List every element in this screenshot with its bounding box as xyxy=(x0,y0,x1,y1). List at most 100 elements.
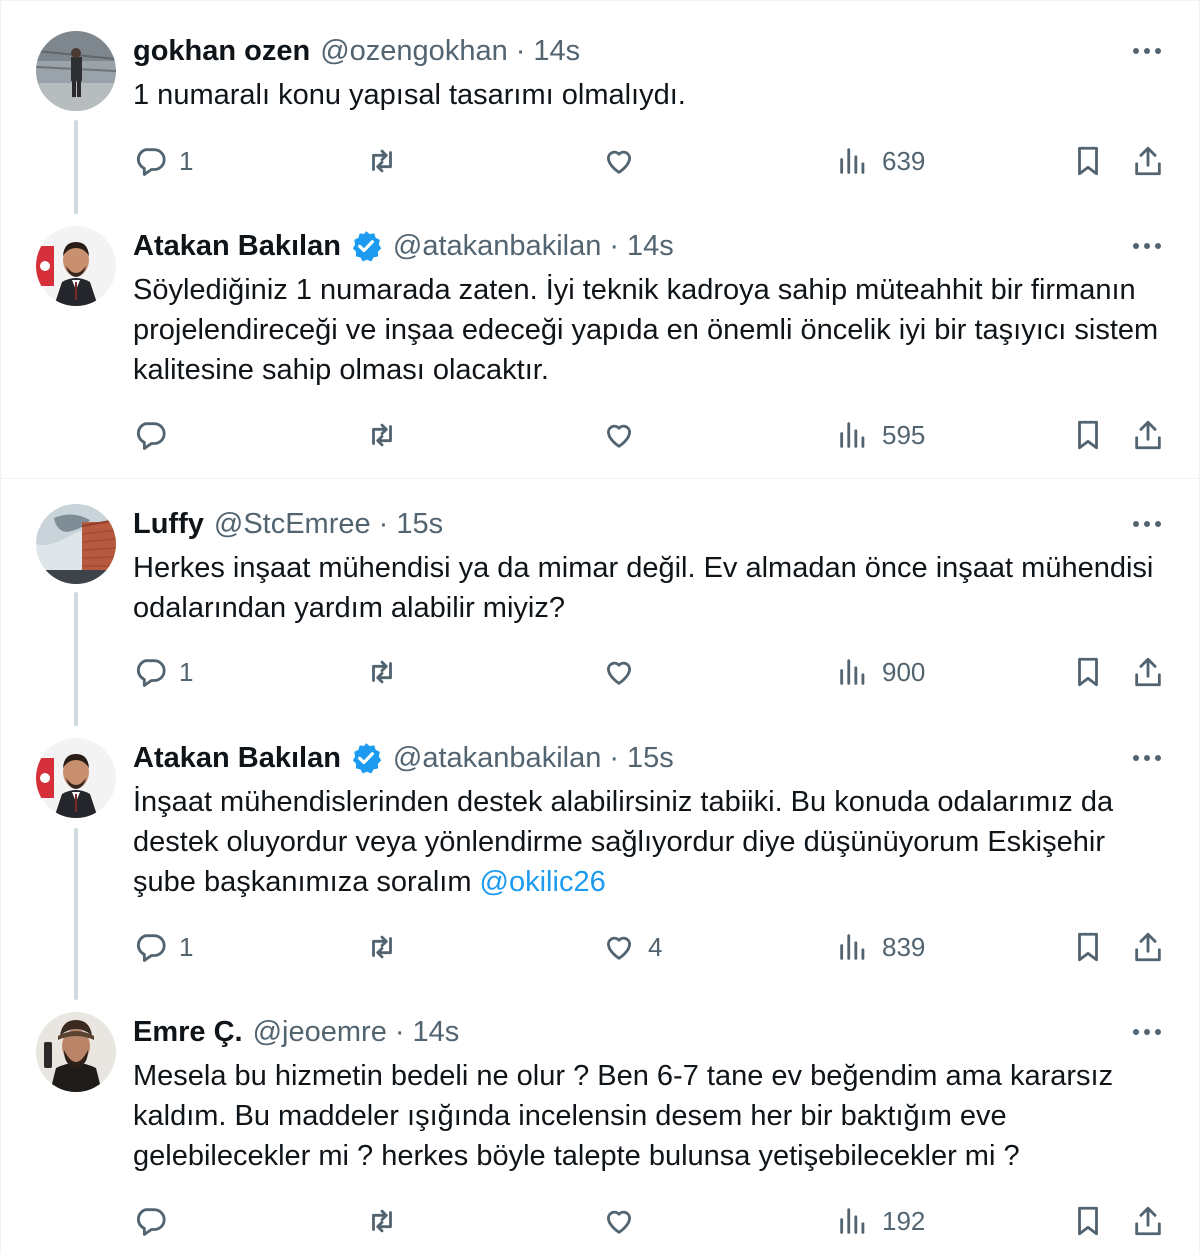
like-button[interactable] xyxy=(602,652,648,692)
verified-badge-icon[interactable] xyxy=(349,229,383,263)
tweet[interactable]: Luffy @StcEmree · 15s Herkes inşaat mühe… xyxy=(0,479,1200,725)
tweet[interactable]: Atakan Bakılan @atakanbakilan · 15s İnşa… xyxy=(0,725,1200,1000)
bookmark-button[interactable] xyxy=(1071,927,1105,967)
share-button[interactable] xyxy=(1131,652,1165,692)
bookmark-button[interactable] xyxy=(1071,141,1105,181)
author-name[interactable]: gokhan ozen xyxy=(133,35,310,68)
reply-button[interactable]: 1 xyxy=(133,141,193,181)
views-button[interactable]: 639 xyxy=(836,141,925,181)
views-icon xyxy=(840,934,865,960)
action-bar: 1 900 xyxy=(133,652,1173,692)
tweet-header: Luffy @StcEmree · 15s xyxy=(133,504,1164,544)
more-icon[interactable] xyxy=(1130,1015,1164,1049)
avatar[interactable] xyxy=(36,226,116,306)
retweet-icon xyxy=(372,935,392,959)
share-button[interactable] xyxy=(1131,141,1165,181)
timestamp[interactable]: 14s xyxy=(413,1016,460,1049)
bookmark-button[interactable] xyxy=(1071,652,1105,692)
views-button[interactable]: 839 xyxy=(836,927,925,967)
retweet-button[interactable] xyxy=(365,927,411,967)
retweet-button[interactable] xyxy=(365,141,411,181)
tweet[interactable]: Emre Ç. @jeoemre · 14s Mesela bu hizmeti… xyxy=(0,1000,1200,1254)
author-handle[interactable]: @StcEmree xyxy=(214,508,371,541)
retweet-button[interactable] xyxy=(365,1201,411,1241)
tweet-text: 1 numaralı konu yapısal tasarımı olmalıy… xyxy=(133,75,1164,115)
tweet[interactable]: Atakan Bakılan @atakanbakilan · 14s Söyl… xyxy=(0,214,1200,478)
tweet-text-content: 1 numaralı konu yapısal tasarımı olmalıy… xyxy=(133,79,686,111)
like-button[interactable] xyxy=(602,415,648,455)
timestamp[interactable]: 14s xyxy=(533,35,580,68)
author-handle[interactable]: @atakanbakilan xyxy=(393,742,601,775)
views-button[interactable]: 900 xyxy=(836,652,925,692)
reply-button[interactable] xyxy=(133,1201,179,1241)
views-count: 839 xyxy=(882,931,926,962)
separator-dot: · xyxy=(394,1015,405,1048)
views-count: 900 xyxy=(882,656,926,687)
tweet[interactable]: gokhan ozen @ozengokhan · 14s 1 numaralı… xyxy=(0,0,1200,214)
like-icon xyxy=(606,661,632,685)
like-count: 4 xyxy=(648,931,663,962)
author-name[interactable]: Emre Ç. xyxy=(133,1016,243,1049)
like-button[interactable]: 4 xyxy=(602,927,662,967)
like-icon xyxy=(606,936,632,960)
action-bar: 192 xyxy=(133,1201,1173,1241)
timestamp[interactable]: 15s xyxy=(627,742,674,775)
more-icon[interactable] xyxy=(1130,741,1164,775)
bookmark-icon xyxy=(1078,420,1098,450)
author-name[interactable]: Atakan Bakılan xyxy=(133,742,341,775)
reply-icon xyxy=(136,934,166,962)
verified-badge-icon[interactable] xyxy=(349,741,383,775)
avatar[interactable] xyxy=(36,504,116,584)
bookmark-button[interactable] xyxy=(1071,1201,1105,1241)
avatar[interactable] xyxy=(36,738,116,818)
author-name[interactable]: Luffy xyxy=(133,508,204,541)
reply-button[interactable] xyxy=(133,415,179,455)
views-count: 595 xyxy=(882,419,926,450)
bookmark-button[interactable] xyxy=(1071,415,1105,455)
author-handle[interactable]: @jeoemre xyxy=(253,1016,387,1049)
author-handle[interactable]: @atakanbakilan xyxy=(393,230,601,263)
more-icon[interactable] xyxy=(1130,229,1164,263)
views-icon xyxy=(840,1208,865,1234)
views-button[interactable]: 192 xyxy=(836,1201,925,1241)
like-button[interactable] xyxy=(602,141,648,181)
share-icon xyxy=(1135,657,1161,687)
separator-dot: · xyxy=(609,741,620,774)
reply-button[interactable]: 1 xyxy=(133,652,193,692)
avatar[interactable] xyxy=(36,1012,116,1092)
like-icon xyxy=(606,1210,632,1234)
avatar[interactable] xyxy=(36,31,116,111)
like-button[interactable] xyxy=(602,1201,648,1241)
tweet-text: Mesela bu hizmetin bedeli ne olur ? Ben … xyxy=(133,1056,1164,1176)
reply-icon xyxy=(136,659,166,687)
reply-icon xyxy=(136,422,166,450)
reply-button[interactable]: 1 xyxy=(133,927,193,967)
tweet-text: Herkes inşaat mühendisi ya da mimar deği… xyxy=(133,548,1164,628)
share-button[interactable] xyxy=(1131,927,1165,967)
separator-dot: · xyxy=(378,507,389,540)
bookmark-icon xyxy=(1078,1206,1098,1236)
retweet-icon xyxy=(372,149,392,173)
timestamp[interactable]: 15s xyxy=(396,508,443,541)
tweet-header: gokhan ozen @ozengokhan · 14s xyxy=(133,31,1164,71)
tweet-text-content: İnşaat mühendislerinden destek alabilirs… xyxy=(133,786,1114,898)
retweet-icon xyxy=(372,1209,392,1233)
author-handle[interactable]: @ozengokhan xyxy=(320,35,507,68)
retweet-button[interactable] xyxy=(365,415,411,455)
timestamp[interactable]: 14s xyxy=(627,230,674,263)
reply-count: 1 xyxy=(179,145,194,176)
tweet-header: Atakan Bakılan @atakanbakilan · 14s xyxy=(133,226,1164,266)
more-icon[interactable] xyxy=(1130,34,1164,68)
more-icon[interactable] xyxy=(1130,507,1164,541)
mention-link[interactable]: @okilic26 xyxy=(480,866,606,898)
views-button[interactable]: 595 xyxy=(836,415,925,455)
retweet-button[interactable] xyxy=(365,652,411,692)
tweet-header: Emre Ç. @jeoemre · 14s xyxy=(133,1012,1164,1052)
separator-dot: · xyxy=(515,34,526,67)
share-icon xyxy=(1135,420,1161,450)
tweet-text: İnşaat mühendislerinden destek alabilirs… xyxy=(133,782,1164,902)
author-name[interactable]: Atakan Bakılan xyxy=(133,230,341,263)
share-button[interactable] xyxy=(1131,415,1165,455)
share-button[interactable] xyxy=(1131,1201,1165,1241)
retweet-icon xyxy=(372,423,392,447)
